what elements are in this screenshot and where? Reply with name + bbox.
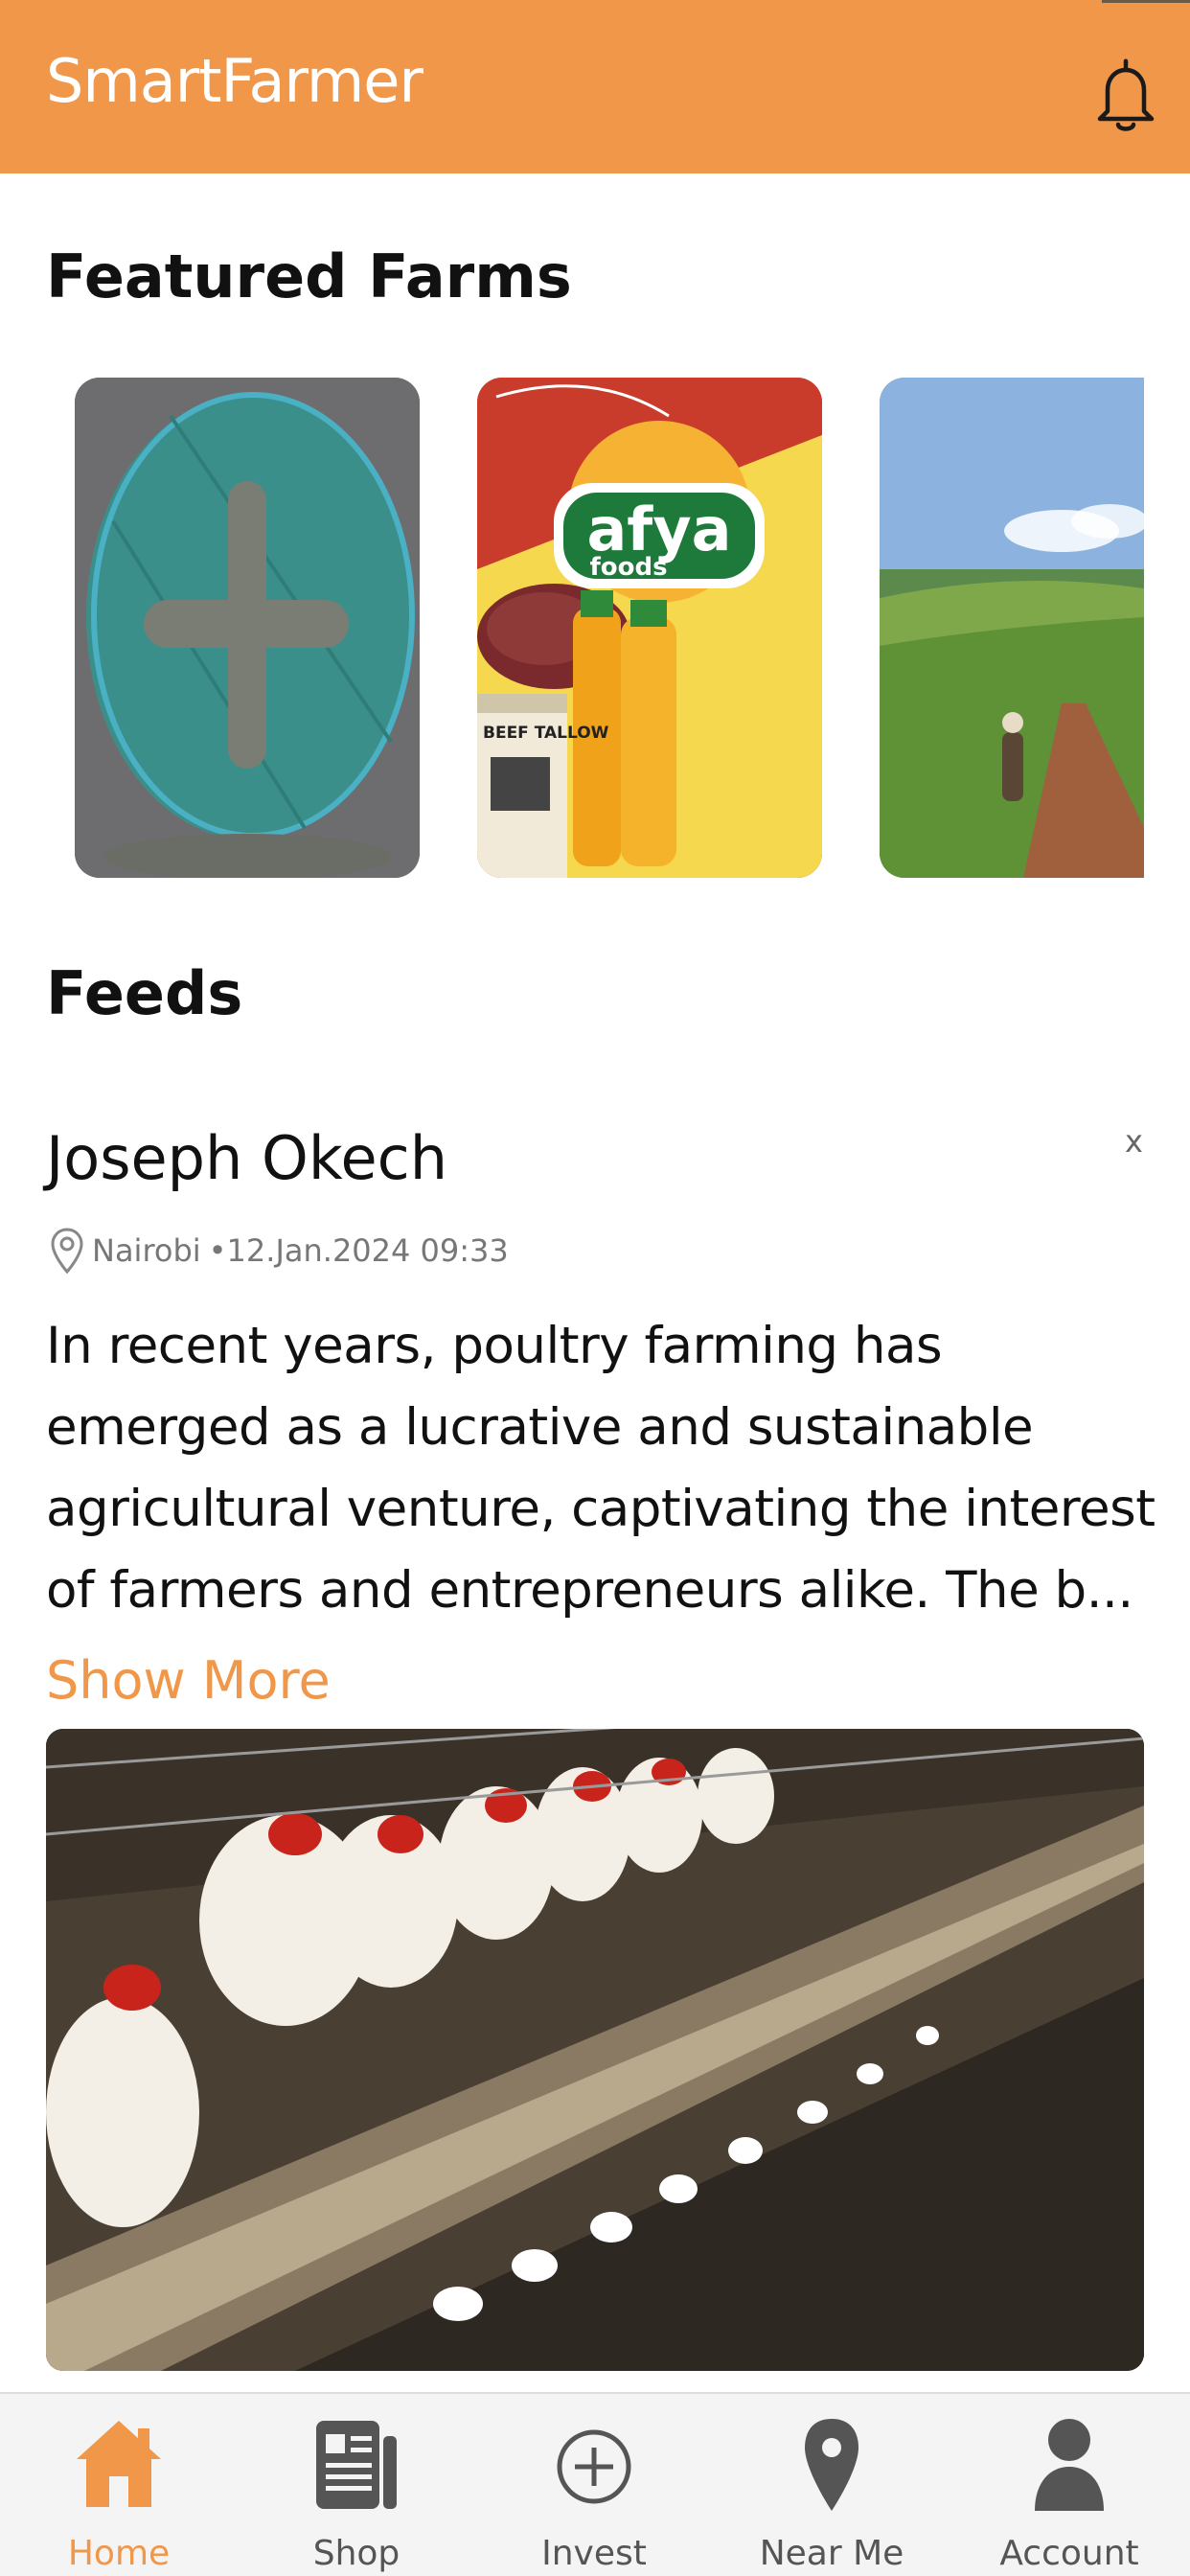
header-divider — [1102, 0, 1190, 3]
featured-farm-card-afya[interactable]: afya foods BEEF TALLOW — [477, 378, 822, 878]
poultry-farm-image — [46, 1729, 1144, 2371]
home-icon — [77, 2421, 161, 2507]
show-more-link[interactable]: Show More — [46, 1650, 331, 1711]
feed-location: Nairobi — [92, 1232, 201, 1269]
tab-label-invest: Invest — [541, 2534, 647, 2573]
tab-label-home: Home — [67, 2534, 171, 2573]
shop-icon — [316, 2421, 397, 2509]
dismiss-post-button[interactable]: x — [1125, 1123, 1143, 1160]
plus-circle-icon — [75, 378, 420, 878]
tab-near-me[interactable]: Near Me — [713, 2394, 950, 2576]
app-header: SmartFarmer — [0, 0, 1190, 173]
bottom-tab-bar: Home Shop Invest Near Me Account — [0, 2392, 1190, 2576]
feed-post-image[interactable] — [46, 1729, 1144, 2371]
feed-body-text: In recent years, poultry farming has eme… — [46, 1317, 1156, 1620]
featured-farm-card-add[interactable] — [75, 378, 420, 878]
beef-tallow-label: BEEF TALLOW — [483, 724, 609, 743]
featured-farms-title: Featured Farms — [46, 242, 572, 311]
tab-label-shop: Shop — [312, 2534, 400, 2573]
app-title: SmartFarmer — [46, 46, 423, 116]
tab-shop[interactable]: Shop — [238, 2394, 475, 2576]
location-pin-icon — [51, 1228, 83, 1275]
featured-farm-card-tea[interactable] — [880, 378, 1144, 878]
invest-icon — [557, 2429, 631, 2504]
tab-label-account: Account — [999, 2534, 1139, 2573]
tab-label-near-me: Near Me — [759, 2534, 904, 2573]
tea-farm-image — [880, 378, 1144, 878]
afya-logo-subtext: foods — [589, 553, 667, 582]
tab-account[interactable]: Account — [950, 2394, 1188, 2576]
feed-author-name[interactable]: Joseph Okech — [46, 1123, 447, 1193]
feeds-title: Feeds — [46, 958, 243, 1028]
afya-foods-image: afya foods BEEF TALLOW — [477, 378, 822, 878]
feed-meta: Nairobi •12.Jan.2024 09:33 — [50, 1227, 509, 1275]
tab-home[interactable]: Home — [0, 2394, 238, 2576]
bell-icon[interactable] — [1092, 58, 1159, 134]
tab-invest[interactable]: Invest — [475, 2394, 713, 2576]
feed-timestamp: •12.Jan.2024 09:33 — [208, 1232, 509, 1269]
location-pin-icon — [805, 2419, 858, 2511]
account-icon — [1035, 2419, 1104, 2511]
